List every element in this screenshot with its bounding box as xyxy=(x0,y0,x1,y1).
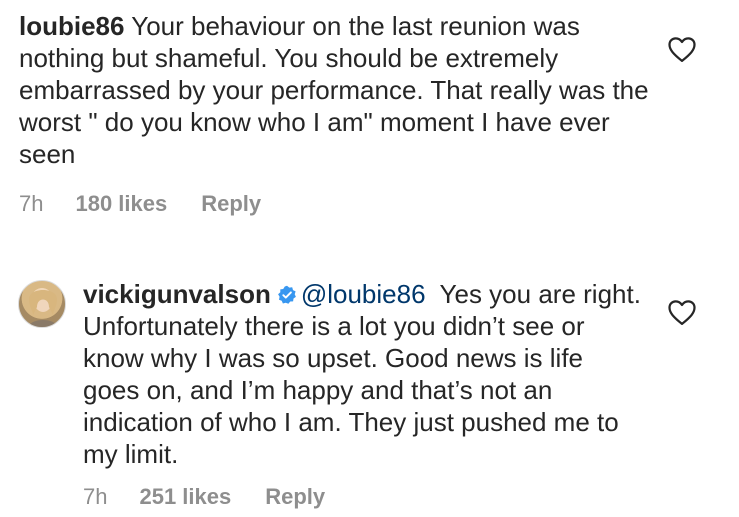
comment-item-1: loubie86 Your behaviour on the last reun… xyxy=(0,0,739,230)
comment-username[interactable]: vickigunvalson xyxy=(83,279,271,309)
comment-timestamp[interactable]: 7h xyxy=(19,191,43,217)
comment-username[interactable]: loubie86 xyxy=(19,11,124,41)
heart-outline-icon[interactable] xyxy=(667,298,697,326)
verified-badge-icon xyxy=(277,285,296,304)
comment-meta: 7h 180 likes Reply xyxy=(19,190,261,218)
comment-like-count[interactable]: 251 likes xyxy=(139,484,231,510)
heart-outline-icon[interactable] xyxy=(667,35,697,63)
reply-button[interactable]: Reply xyxy=(265,484,325,510)
comment-body: loubie86 Your behaviour on the last reun… xyxy=(19,10,659,170)
avatar[interactable] xyxy=(18,280,66,328)
reply-button[interactable]: Reply xyxy=(201,191,261,217)
comment-item-2: vickigunvalson @loubie86 Yes you are rig… xyxy=(0,268,739,517)
comment-like-count[interactable]: 180 likes xyxy=(75,191,167,217)
comment-mention-link[interactable]: @loubie86 xyxy=(301,279,426,309)
comment-body: vickigunvalson @loubie86 Yes you are rig… xyxy=(83,278,643,470)
comment-timestamp[interactable]: 7h xyxy=(83,484,107,510)
comment-meta: 7h 251 likes Reply xyxy=(83,483,325,511)
